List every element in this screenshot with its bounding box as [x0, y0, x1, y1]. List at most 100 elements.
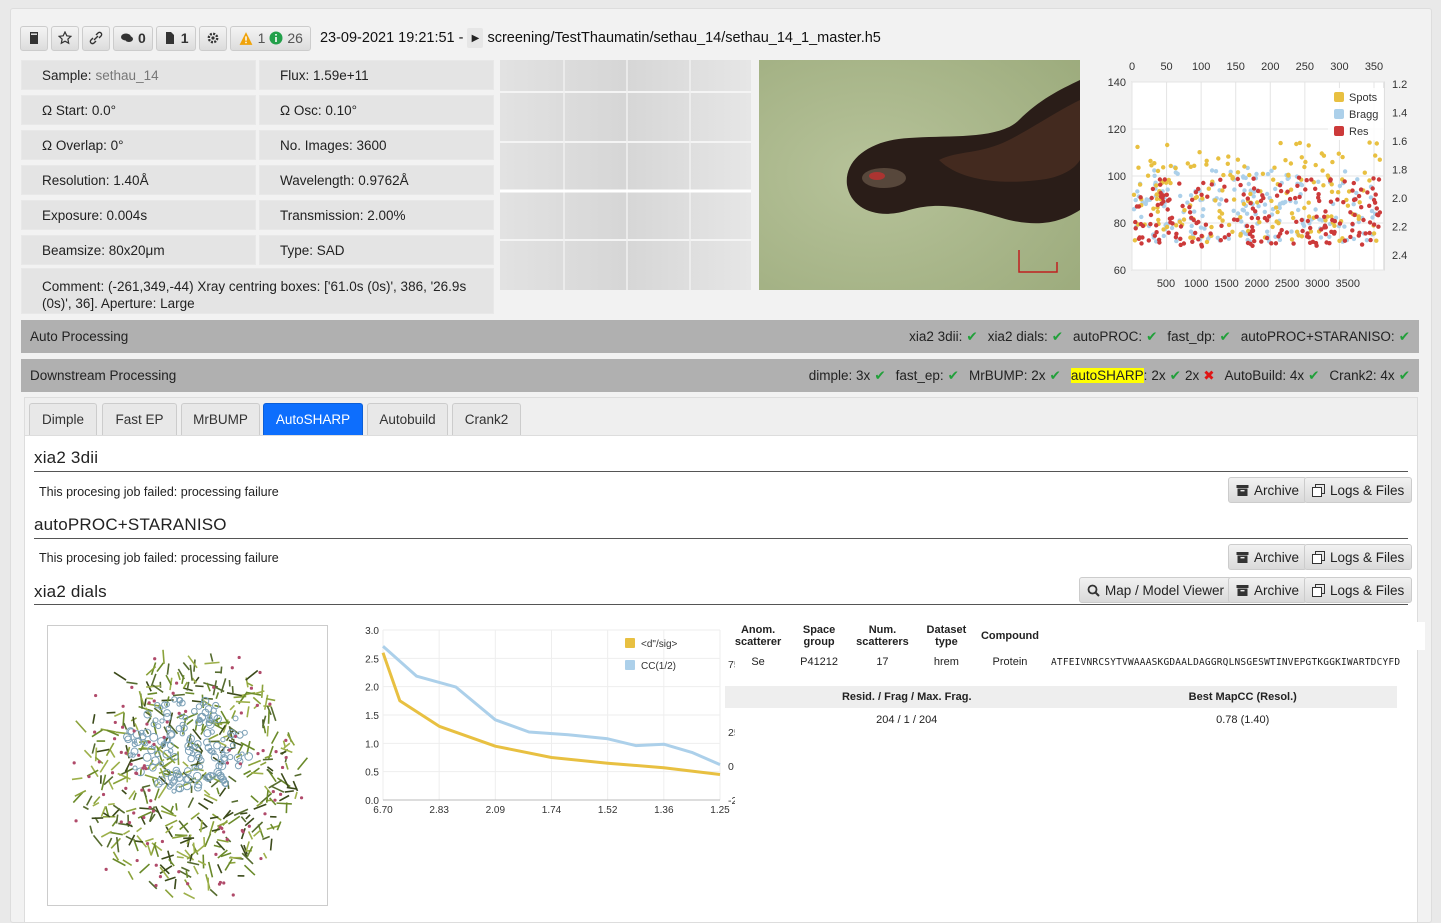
comments-button[interactable]: 0: [113, 25, 153, 51]
legend-swatch: [625, 660, 635, 670]
tab-autobuild[interactable]: Autobuild: [367, 403, 448, 435]
section-message: This procesing job failed: processing fa…: [39, 551, 279, 565]
scatter-point: [1273, 205, 1279, 210]
scatter-point: [1283, 199, 1288, 205]
scatter-point: [1241, 201, 1247, 207]
scatter-point: [1323, 232, 1328, 237]
scatter-point: [1252, 238, 1257, 244]
scatter-point: [1365, 190, 1370, 195]
scatter-point: [1300, 221, 1306, 226]
tab-dimple[interactable]: Dimple: [29, 403, 97, 435]
y2-tick-label: 0: [728, 761, 734, 773]
auto-processing-bar[interactable]: Auto Processing xia2 3dii: ✔ xia2 dials: ✔…: [21, 320, 1419, 353]
scatter-point: [1336, 190, 1341, 195]
ds-label: Crank2: 4x: [1329, 368, 1395, 383]
scatter-point: [1238, 182, 1243, 188]
sample-link[interactable]: sethau_14: [96, 68, 159, 83]
scatter-point: [1181, 217, 1187, 222]
scatter-point: [1322, 214, 1327, 219]
x-tick-label: 1.74: [542, 805, 562, 816]
right-tick-label: 1.6: [1392, 136, 1407, 148]
table-cell: 204 / 1 / 204: [876, 714, 938, 726]
diffraction-image[interactable]: [500, 60, 751, 290]
scatter-point: [1146, 238, 1151, 243]
messages-button[interactable]: 1 26: [229, 25, 311, 51]
scatter-point: [1295, 183, 1300, 188]
scatter-point: [1231, 197, 1237, 202]
scatter-point: [1341, 200, 1346, 205]
scatter-point: [1192, 163, 1197, 168]
logs-files-button[interactable]: Logs & Files: [1304, 577, 1413, 603]
logs-files-button[interactable]: Logs & Files: [1304, 544, 1413, 570]
map-model-viewer-button[interactable]: Map / Model Viewer: [1079, 577, 1233, 603]
top-tick-label: 150: [1227, 61, 1245, 73]
archive-button[interactable]: Archive: [1228, 477, 1308, 503]
scatter-point: [1165, 142, 1170, 148]
crystal-snapshot[interactable]: [759, 60, 1080, 290]
scatter-point: [1220, 188, 1225, 193]
tab-mrbump[interactable]: MrBUMP: [181, 403, 260, 435]
ds-label: AutoBuild: 4x: [1224, 368, 1305, 383]
scatter-point: [1373, 192, 1378, 197]
downstream-panel: Dimple Fast EP MrBUMP AutoSHARP Autobuil…: [24, 397, 1425, 923]
scatter-point: [1197, 150, 1202, 155]
favourite-button[interactable]: [51, 25, 79, 51]
archive-button[interactable]: Archive: [1228, 544, 1308, 570]
tab-autosharp[interactable]: AutoSHARP: [263, 403, 363, 435]
tab-crank2[interactable]: Crank2: [452, 403, 521, 435]
scatter-point: [1340, 154, 1345, 160]
caret-right-icon[interactable]: ▶: [467, 28, 484, 48]
info-count: 26: [287, 30, 303, 46]
scatter-point: [1173, 170, 1178, 175]
scatter-point: [1269, 241, 1274, 246]
scatter-point: [1329, 229, 1334, 234]
scatter-point: [1231, 217, 1237, 222]
archive-button[interactable]: Archive: [1228, 577, 1308, 603]
right-tick-label: 2.2: [1392, 221, 1407, 233]
scatter-point: [1316, 192, 1321, 197]
link-button[interactable]: [82, 25, 110, 51]
scatter-point: [1161, 233, 1166, 239]
scatter-point: [1244, 211, 1250, 216]
scatter-point: [1296, 207, 1301, 213]
logs-files-button[interactable]: Logs & Files: [1304, 477, 1413, 503]
bottom-tick-label: 3500: [1335, 278, 1359, 290]
notebook-button[interactable]: [20, 25, 48, 51]
archive-label: Archive: [1254, 482, 1300, 498]
scatter-point: [1248, 191, 1253, 197]
bottom-tick-label: 3000: [1305, 278, 1329, 290]
model-viewer[interactable]: [47, 625, 328, 906]
scatter-point: [1351, 197, 1357, 203]
scatter-point: [1190, 197, 1195, 202]
scatter-point: [1299, 155, 1304, 160]
scatter-point: [1355, 177, 1360, 182]
scatter-point: [1371, 231, 1377, 236]
scatter-point: [1318, 235, 1324, 240]
settings-button[interactable]: [198, 25, 227, 51]
scatter-point: [1371, 197, 1377, 203]
y-tick-label: 140: [1108, 77, 1126, 89]
x-tick-label: 1.25: [710, 805, 730, 816]
ds-item-crank2: Crank2: 4x ✔: [1329, 368, 1410, 384]
archive-icon: [1236, 484, 1249, 496]
dc-statistics-plot: 140 120 100 80 60 0 50 100 150 200 250 300 350 500 100…: [1096, 56, 1426, 296]
scatter-point: [1166, 230, 1171, 235]
table-row: 204 / 1 / 204 0.78 (1.40): [725, 708, 1397, 732]
scatter-point: [1308, 225, 1313, 231]
table-cell: hrem: [933, 656, 959, 668]
scatter-point: [1335, 197, 1340, 202]
scatter-point: [1140, 223, 1146, 229]
scatter-point: [1152, 168, 1157, 173]
scatter-point: [1348, 210, 1353, 215]
tab-fast-ep[interactable]: Fast EP: [102, 403, 177, 435]
scatter-point: [1224, 198, 1229, 203]
ds-label: fast_ep:: [895, 368, 944, 383]
scatter-point: [1265, 171, 1271, 177]
scatter-point: [1351, 202, 1356, 207]
scatter-point: [1219, 197, 1224, 202]
legend-swatch: [625, 638, 635, 648]
files-button[interactable]: 1: [155, 25, 196, 51]
ap-label: xia2 dials:: [987, 329, 1048, 344]
downstream-processing-bar[interactable]: Downstream Processing dimple: 3x ✔ fast_e…: [21, 359, 1419, 392]
ap-item-fastdp: fast_dp: ✔: [1167, 329, 1230, 345]
